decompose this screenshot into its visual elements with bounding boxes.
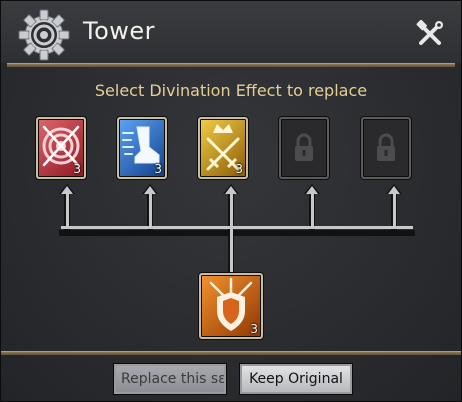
effect-slot-3[interactable]: 3 — [198, 117, 248, 179]
effect-count: 3 — [235, 162, 243, 176]
keep-original-button[interactable]: Keep Original — [240, 364, 352, 394]
replace-button[interactable]: Replace this sε — [114, 364, 226, 394]
effect-count: 3 — [73, 162, 81, 176]
connector-lines — [59, 184, 415, 274]
effect-slot-5-locked — [361, 117, 411, 179]
effect-count: 3 — [154, 162, 162, 176]
bottom-divider — [1, 351, 461, 355]
new-effect-slot[interactable]: 3 — [199, 273, 263, 339]
effect-slot-4-locked — [279, 117, 329, 179]
lock-icon — [295, 133, 313, 161]
effect-slot-1[interactable]: 3 — [36, 117, 86, 179]
tower-dialog: Tower Select Divination Effect to replac… — [0, 0, 462, 402]
effect-count: 3 — [250, 322, 258, 336]
lock-icon — [377, 133, 395, 161]
effect-slot-2[interactable]: 3 — [117, 117, 167, 179]
